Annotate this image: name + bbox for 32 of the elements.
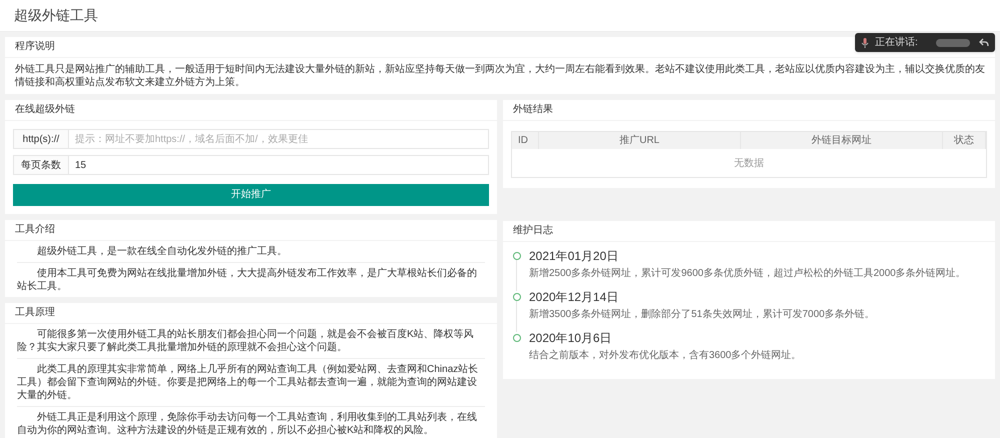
microphone-icon: [861, 38, 869, 48]
column-header: 状态: [943, 132, 986, 149]
paragraph: 可能很多第一次使用外链工具的站长朋友们都会担心同一个问题，就是会不会被百度K站、降权等风险？其实大家只要了解此类工具批量增加外链的原理就不会担心这个问题。: [17, 324, 485, 358]
field-label: 每页条数: [13, 155, 69, 175]
log-text: 新增3500多条外链网址，删除部分了51条失效网址，累计可发7000多条外链。: [529, 308, 876, 322]
log-date: 2021年01月20日: [529, 248, 620, 264]
notice-text: 外链工具只是网站推广的辅助工具，一般适用于短时间内无法建设大量外链的新站，新站应坚持每天做一到两次为宜，大约一周左右能看到效果。老站不建议使用此类工具，老站应以优质内容建设为主，辅以交换优质的友情链接和高权重站点发布软文来建立外链方为上策。: [14, 62, 986, 90]
column-header: 推广URL: [539, 132, 741, 149]
card-title: 外链结果: [503, 100, 995, 121]
page-title: 超级外链工具: [14, 6, 98, 25]
empty-message: 无数据: [734, 156, 764, 170]
card-title: 维护日志: [503, 221, 995, 242]
input-field[interactable]: 提示：网址不要加https://，域名后面不加/，效果更佳: [69, 129, 489, 149]
paragraph: 此类工具的原理其实非常简单，网络上几乎所有的网站查询工具（例如爱站网、去查网和Chinaz站长工具）都会留下查询网站的外链。你要是把网络上的每一个工具站都去查询一遍，就能为查询的网站建设大量的外链。: [17, 358, 485, 406]
card-title: 在线超级外链: [5, 100, 497, 121]
paragraph: 使用本工具可免费为网站在线批量增加外链，大大提高外链发布工作效率，是广大草根站长们必备的站长工具。: [17, 266, 478, 294]
paragraph: 超级外链工具，是一款在线全自动化发外链的推广工具。: [17, 240, 485, 262]
log-text: 结合之前版本，对外发布优化版本，含有3600多个外链网址。: [529, 349, 802, 363]
log-date: 2020年12月14日: [529, 289, 620, 305]
log-text: 新增2500多条外链网址，累计可发9600多条优质外链，超过卢松松的外链工具2000多条外链网址。: [529, 267, 967, 281]
column-header: ID: [512, 132, 539, 149]
back-arrow-icon[interactable]: [979, 38, 989, 47]
blurred-name-placeholder: [936, 38, 970, 46]
input-field[interactable]: 15: [69, 155, 489, 175]
card-title: 工具原理: [5, 302, 497, 324]
start-button[interactable]: 开始推广: [13, 184, 489, 206]
paragraph: 外链工具正是利用这个原理，免除你手动去访问每一个工具站查询，利用收集到的工具站列表，在线自动为你的网站查询。这种方法建设的外链是正规有效的，所以不必担心被K站和降权的风险。: [17, 410, 478, 438]
column-header: 外链目标网址: [741, 132, 943, 149]
log-date: 2020年10月6日: [529, 330, 613, 346]
speaking-label: 正在讲话:: [875, 36, 918, 50]
field-label: http(s)://: [13, 129, 69, 149]
card-title: 工具介绍: [5, 220, 497, 240]
